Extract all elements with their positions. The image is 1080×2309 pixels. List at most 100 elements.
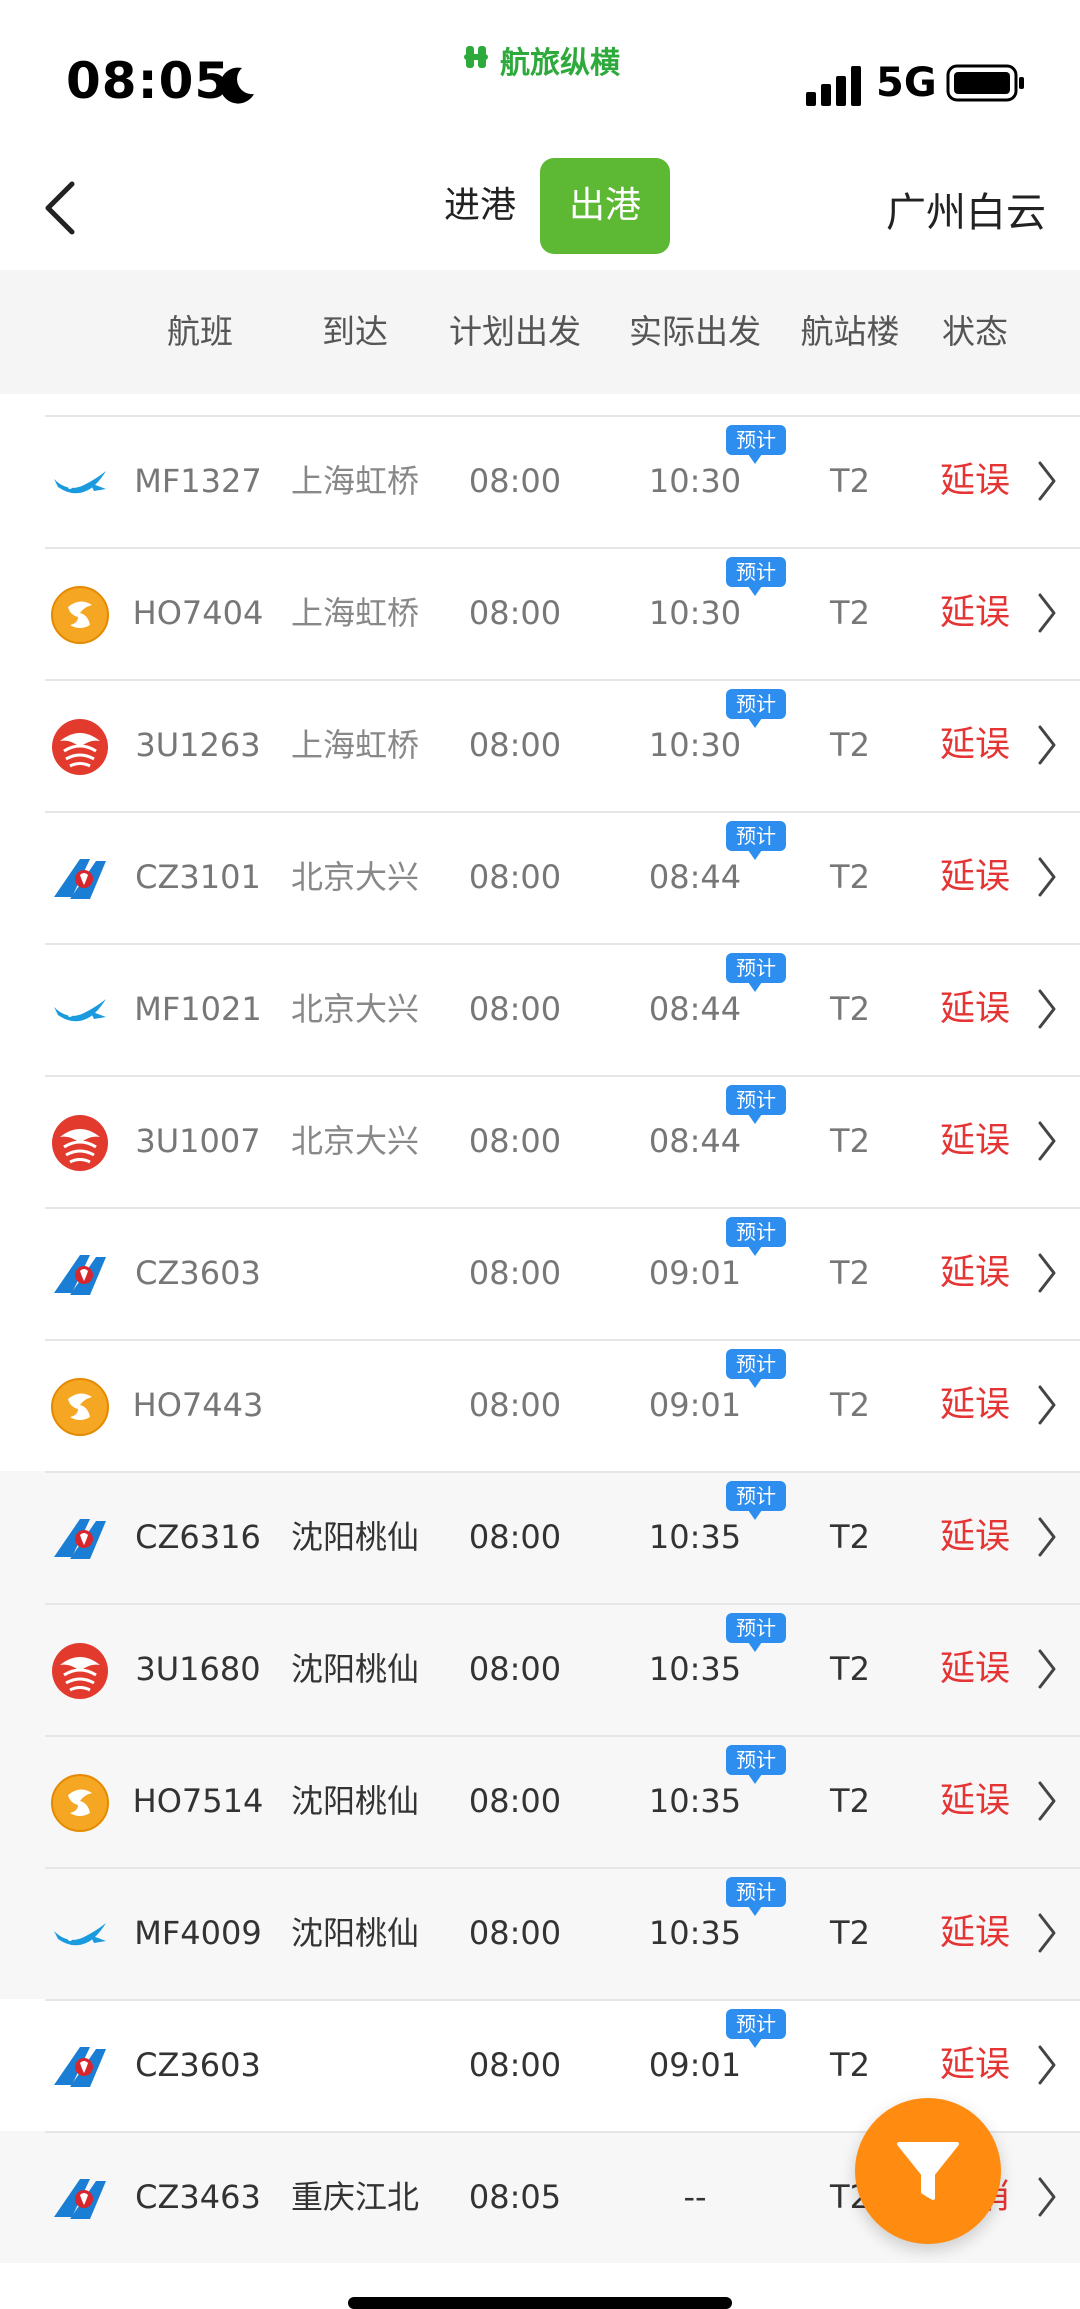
destination: 上海虹桥 [290, 594, 419, 632]
flight-row[interactable]: MF1327 上海虹桥 08:00 预计 10:30 T2 延误 [0, 415, 1080, 547]
scheduled-time: 08:00 [468, 990, 562, 1028]
chevron-right-icon[interactable] [1036, 1779, 1058, 1823]
airline-logo-icon [50, 2169, 110, 2229]
header-status: 状态 [942, 312, 1008, 351]
chevron-right-icon[interactable] [1036, 1911, 1058, 1955]
actual-time: 09:01 [648, 2046, 742, 2084]
flight-number: 3U1680 [135, 1650, 261, 1688]
flight-row[interactable]: 3U1680 沈阳桃仙 08:00 预计 10:35 T2 延误 [0, 1603, 1080, 1735]
scheduled-time: 08:00 [468, 1122, 562, 1160]
scheduled-time: 08:00 [468, 1518, 562, 1556]
chevron-right-icon[interactable] [1036, 1515, 1058, 1559]
filter-funnel-icon [897, 2142, 959, 2200]
status-label: 延误 [939, 725, 1010, 765]
flight-number: CZ3463 [135, 2178, 261, 2216]
flight-row[interactable]: HO7404 上海虹桥 08:00 预计 10:30 T2 延误 [0, 547, 1080, 679]
terminal: T2 [830, 1518, 870, 1556]
airline-logo-icon [50, 1773, 110, 1833]
flight-row[interactable]: CZ3101 北京大兴 08:00 预计 08:44 T2 延误 [0, 811, 1080, 943]
actual-time: -- [683, 2178, 707, 2216]
tab-arrivals[interactable]: 进港 [420, 158, 540, 254]
status-time: 08:05 [66, 52, 231, 110]
signal-icon [806, 66, 861, 106]
terminal: T2 [830, 990, 870, 1028]
airline-logo-icon [50, 1113, 110, 1173]
chevron-right-icon[interactable] [1036, 1383, 1058, 1427]
actual-time: 09:01 [648, 1386, 742, 1424]
flight-number: 3U1263 [135, 726, 261, 764]
chevron-right-icon[interactable] [1036, 1119, 1058, 1163]
status-label: 延误 [939, 857, 1010, 897]
destination: 上海虹桥 [290, 726, 419, 764]
airline-logo-icon [50, 1905, 110, 1965]
flight-number: CZ3603 [135, 2046, 261, 2084]
flight-row[interactable]: CZ6316 沈阳桃仙 08:00 预计 10:35 T2 延误 [0, 1471, 1080, 1603]
airline-logo-icon [50, 981, 110, 1041]
destination [280, 1207, 430, 1339]
destination [280, 1339, 430, 1471]
battery-icon [946, 64, 1024, 102]
scheduled-time: 08:00 [468, 1650, 562, 1688]
filter-button[interactable] [855, 2098, 1001, 2244]
flight-row[interactable]: MF1021 北京大兴 08:00 预计 08:44 T2 延误 [0, 943, 1080, 1075]
status-label: 延误 [939, 1913, 1010, 1953]
chevron-right-icon[interactable] [1036, 855, 1058, 899]
scheduled-time: 08:00 [468, 2046, 562, 2084]
destination: 沈阳桃仙 [290, 1914, 419, 1952]
actual-time: 09:01 [648, 1254, 742, 1292]
chevron-right-icon[interactable] [1036, 459, 1058, 503]
flight-number: HO7514 [132, 1782, 264, 1820]
destination: 沈阳桃仙 [290, 1650, 419, 1688]
actual-time: 10:35 [648, 1518, 742, 1556]
flight-row[interactable]: MF4009 沈阳桃仙 08:00 预计 10:35 T2 延误 [0, 1867, 1080, 1999]
terminal: T2 [830, 726, 870, 764]
actual-time: 08:44 [648, 990, 742, 1028]
flight-row[interactable]: 3U1007 北京大兴 08:00 预计 08:44 T2 延误 [0, 1075, 1080, 1207]
terminal: T2 [830, 1782, 870, 1820]
header-destination: 到达 [322, 312, 388, 351]
chevron-right-icon[interactable] [1036, 987, 1058, 1031]
actual-time: 10:35 [648, 1914, 742, 1952]
chevron-right-icon[interactable] [1036, 2175, 1058, 2219]
airline-logo-icon [50, 453, 110, 513]
destination: 沈阳桃仙 [290, 1518, 419, 1556]
terminal: T2 [830, 858, 870, 896]
network-type: 5G [876, 60, 937, 106]
flight-number: HO7404 [132, 594, 264, 632]
destination: 重庆江北 [290, 2178, 419, 2216]
airline-logo-icon [50, 585, 110, 645]
flight-number: CZ6316 [135, 1518, 261, 1556]
destination [280, 1999, 430, 2131]
terminal: T2 [830, 1914, 870, 1952]
flight-row[interactable]: 3U1263 上海虹桥 08:00 预计 10:30 T2 延误 [0, 679, 1080, 811]
status-label: 延误 [939, 1517, 1010, 1557]
flight-row[interactable]: HO7514 沈阳桃仙 08:00 预计 10:35 T2 延误 [0, 1735, 1080, 1867]
chevron-right-icon[interactable] [1036, 2043, 1058, 2087]
status-label: 延误 [939, 1385, 1010, 1425]
chevron-right-icon[interactable] [1036, 1647, 1058, 1691]
tab-departures[interactable]: 出港 [540, 158, 670, 254]
terminal: T2 [830, 1386, 870, 1424]
actual-time: 10:30 [648, 726, 742, 764]
chevron-right-icon[interactable] [1036, 591, 1058, 635]
flight-list: MF1327 上海虹桥 08:00 预计 10:30 T2 延误 HO7404 上海虹桥 08:0… [0, 415, 1080, 2263]
status-label: 延误 [939, 461, 1010, 501]
chevron-right-icon[interactable] [1036, 1251, 1058, 1295]
airport-name[interactable]: 广州白云 [886, 180, 1046, 238]
scheduled-time: 08:00 [468, 1386, 562, 1424]
airline-logo-icon [50, 717, 110, 777]
terminal: T2 [830, 1122, 870, 1160]
scheduled-time: 08:00 [468, 1914, 562, 1952]
flight-row[interactable]: CZ3603 08:00 预计 09:01 T2 延误 [0, 1207, 1080, 1339]
table-header: 航班 到达 计划出发 实际出发 航站楼 状态 [0, 270, 1080, 394]
header-actual: 实际出发 [629, 312, 761, 351]
flight-number: MF1327 [134, 462, 262, 500]
destination: 北京大兴 [290, 858, 419, 896]
terminal: T2 [830, 462, 870, 500]
status-label: 延误 [939, 593, 1010, 633]
flight-row[interactable]: HO7443 08:00 预计 09:01 T2 延误 [0, 1339, 1080, 1471]
back-chevron-icon[interactable] [40, 178, 80, 238]
status-label: 延误 [939, 1781, 1010, 1821]
chevron-right-icon[interactable] [1036, 723, 1058, 767]
actual-time: 08:44 [648, 858, 742, 896]
